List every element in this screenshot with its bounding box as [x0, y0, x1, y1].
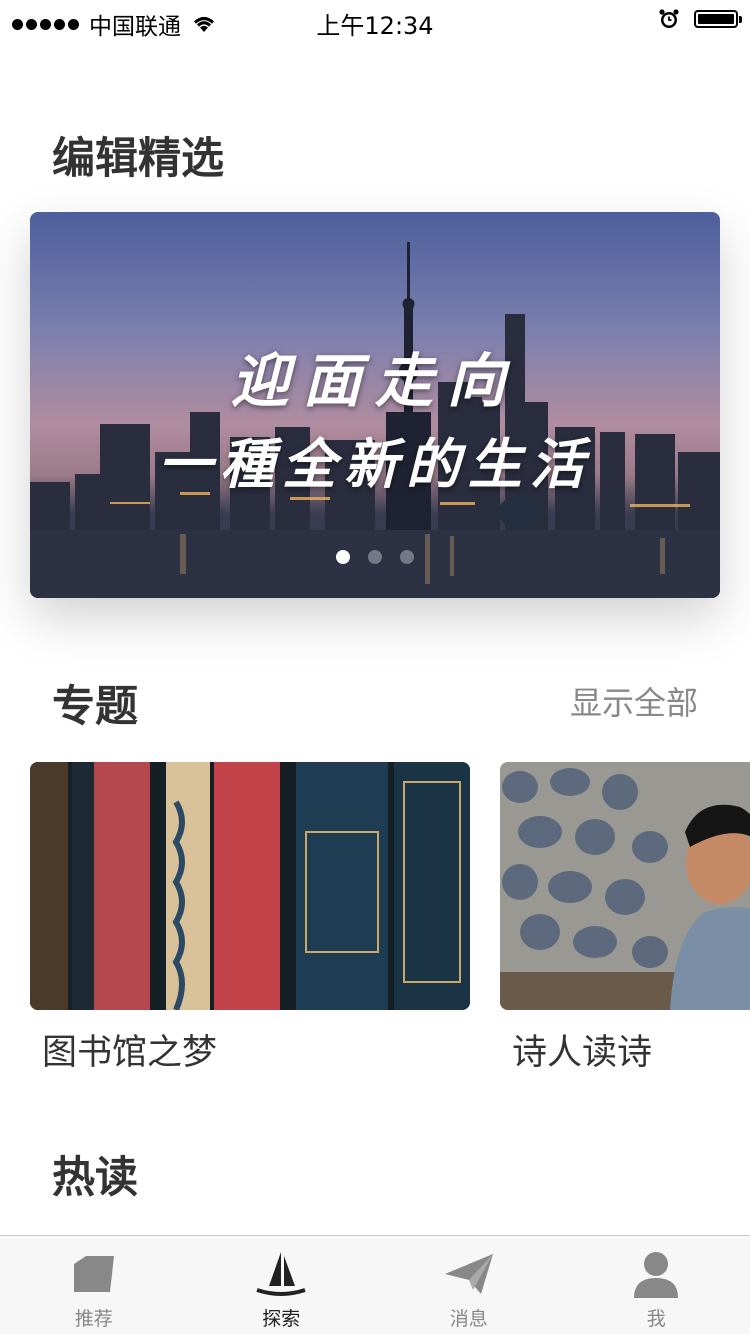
- topic-card-poet[interactable]: [500, 762, 750, 1010]
- tab-bar: 推荐 探索 消息 我: [0, 1235, 750, 1334]
- pager-dot-2[interactable]: [368, 550, 382, 564]
- pager-dot-3[interactable]: [400, 550, 414, 564]
- alarm-icon: [659, 9, 679, 28]
- sailboat-icon: [256, 1252, 306, 1296]
- tab-explore-label: 探索: [262, 1308, 301, 1330]
- tab-me-label: 我: [646, 1308, 666, 1330]
- tab-explore[interactable]: 探索: [188, 1236, 376, 1334]
- show-all-link[interactable]: 显示全部: [570, 678, 698, 724]
- tab-recommend-label: 推荐: [74, 1308, 113, 1330]
- person-icon: [634, 1252, 679, 1298]
- topic-card-library[interactable]: [30, 762, 470, 1010]
- editor-pick-banner[interactable]: 迎面走向 一種全新的生活: [30, 212, 720, 598]
- battery-icon: [694, 10, 742, 28]
- poet-image: [500, 762, 750, 1010]
- status-bar: 中国联通 上午12:34: [0, 0, 750, 40]
- tab-recommend[interactable]: 推荐: [0, 1236, 188, 1334]
- hot-reads-title: 热读: [52, 1153, 138, 1203]
- paper-plane-icon: [444, 1254, 493, 1294]
- banner-pager[interactable]: [30, 550, 720, 564]
- card-icon: [73, 1256, 114, 1292]
- tab-me[interactable]: 我: [563, 1236, 750, 1334]
- editor-pick-title: 编辑精选: [52, 134, 224, 184]
- topic-label-poet[interactable]: 诗人读诗: [512, 1024, 652, 1075]
- topic-label-library[interactable]: 图书馆之梦: [42, 1024, 217, 1075]
- banner-subheadline: 一種全新的生活: [158, 432, 592, 496]
- topics-title: 专题: [52, 682, 138, 732]
- tab-messages[interactable]: 消息: [375, 1236, 563, 1334]
- status-right: [658, 8, 742, 30]
- banner-headline: 迎面走向: [230, 347, 519, 415]
- books-image: [30, 762, 470, 1010]
- tab-messages-label: 消息: [449, 1308, 488, 1330]
- status-time: 上午12:34: [316, 12, 434, 40]
- pager-dot-1[interactable]: [336, 550, 350, 564]
